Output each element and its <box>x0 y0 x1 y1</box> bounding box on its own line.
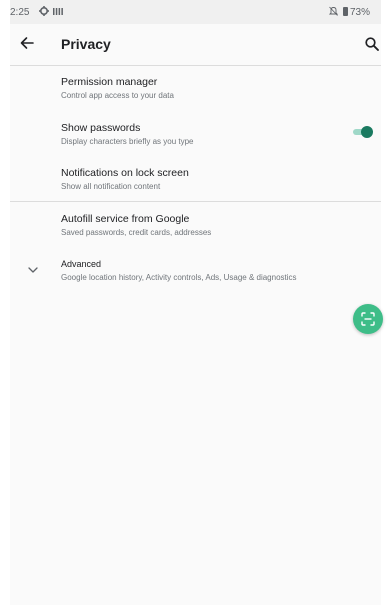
status-time: 2:25 <box>10 7 30 18</box>
show-passwords-toggle[interactable] <box>353 126 373 138</box>
pref-summary: Show all notification content <box>61 182 161 191</box>
chevron-down-icon[interactable] <box>27 265 39 275</box>
pref-title: Autofill service from Google <box>61 213 190 225</box>
pref-notifications-lock-screen[interactable]: Notifications on lock screen Show all no… <box>61 167 189 192</box>
battery-icon <box>343 7 348 16</box>
section-divider <box>10 201 381 202</box>
app-bar-divider <box>10 65 381 66</box>
mute-icon <box>328 6 339 19</box>
app-bar: Privacy <box>10 24 381 64</box>
screen: 2:25 73% Privacy Permission manager Cont… <box>10 0 383 605</box>
pref-permission-manager[interactable]: Permission manager Control app access to… <box>61 76 174 101</box>
search-icon[interactable] <box>364 36 380 52</box>
pref-summary: Display characters briefly as you type <box>61 137 194 146</box>
status-bar: 2:25 73% <box>10 0 381 24</box>
pref-summary: Saved passwords, credit cards, addresses <box>61 228 212 237</box>
pref-title: Notifications on lock screen <box>61 167 189 179</box>
pref-summary: Google location history, Activity contro… <box>61 273 297 282</box>
scan-icon <box>361 312 375 326</box>
toggle-thumb <box>361 126 373 138</box>
gear-icon <box>39 6 49 19</box>
battery-status: 73% <box>343 7 370 18</box>
pref-title: Permission manager <box>61 76 158 88</box>
scan-fab-button[interactable] <box>353 304 383 334</box>
pref-advanced[interactable]: Advanced Google location history, Activi… <box>61 258 297 283</box>
pref-show-passwords[interactable]: Show passwords Display characters briefl… <box>61 122 194 147</box>
pref-autofill-service[interactable]: Autofill service from Google Saved passw… <box>61 213 211 238</box>
arrow-back-icon[interactable] <box>17 33 37 53</box>
signal-bars-icon <box>53 7 63 18</box>
pref-title: Show passwords <box>61 122 141 134</box>
pref-title: Advanced <box>61 259 102 269</box>
pref-summary: Control app access to your data <box>61 91 174 100</box>
battery-percent: 73% <box>350 7 371 18</box>
page-title: Privacy <box>61 36 111 52</box>
